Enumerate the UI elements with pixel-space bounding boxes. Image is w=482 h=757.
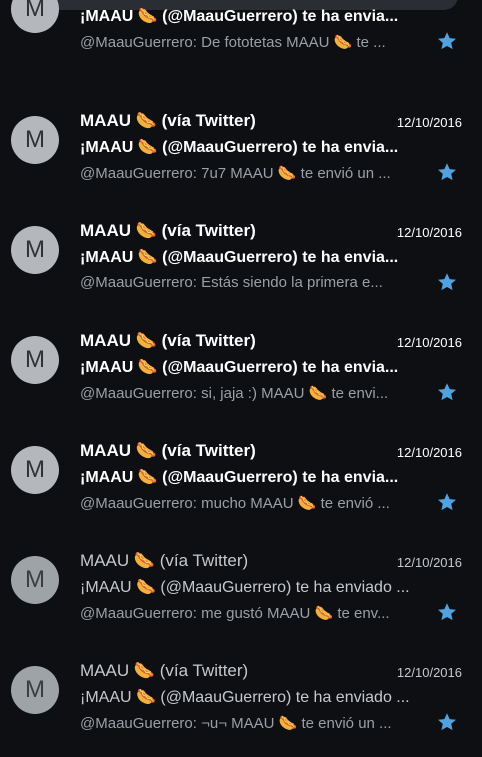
star-icon[interactable] (436, 711, 458, 733)
email-date: 12/10/2016 (396, 335, 462, 350)
email-sender: MAAU 🌭 (vía Twitter) (80, 661, 249, 680)
star-icon[interactable] (436, 271, 458, 293)
email-subject: ¡MAAU 🌭 (@MaauGuerrero) te ha envia... (80, 8, 399, 25)
star-icon[interactable] (436, 161, 458, 183)
email-snippet: @MaauGuerrero: ¬u¬ MAAU 🌭 te envió un ..… (80, 715, 392, 732)
email-row[interactable]: M MAAU 🌭 (vía Twitter) 12/10/2016 ¡MAAU … (0, 217, 482, 317)
email-snippet: @MaauGuerrero: mucho MAAU 🌭 te envió ... (80, 495, 390, 512)
email-date: 12/10/2016 (396, 665, 462, 680)
avatar[interactable]: M (11, 0, 59, 33)
email-row[interactable]: M MAAU 🌭 (vía Twitter) 12/10/2016 ¡MAAU … (0, 437, 482, 537)
star-icon[interactable] (436, 491, 458, 513)
email-subject: ¡MAAU 🌭 (@MaauGuerrero) te ha envia... (80, 139, 399, 156)
email-snippet: @MaauGuerrero: Estás siendo la primera e… (80, 274, 383, 291)
email-subject: ¡MAAU 🌭 (@MaauGuerrero) te ha envia... (80, 359, 399, 376)
email-date: 12/10/2016 (396, 225, 462, 240)
email-snippet: @MaauGuerrero: De fototetas MAAU 🌭 te ..… (80, 34, 386, 51)
avatar[interactable]: M (11, 446, 59, 494)
avatar[interactable]: M (11, 116, 59, 164)
avatar[interactable]: M (11, 226, 59, 274)
email-date: 12/10/2016 (396, 115, 462, 130)
star-icon[interactable] (436, 381, 458, 403)
avatar[interactable]: M (11, 556, 59, 604)
email-date: 12/10/2016 (396, 445, 462, 460)
email-sender: MAAU 🌭 (vía Twitter) (80, 441, 256, 460)
email-list: M ¡MAAU 🌭 (@MaauGuerrero) te ha envia...… (0, 0, 482, 755)
email-subject: ¡MAAU 🌭 (@MaauGuerrero) te ha envia... (80, 249, 399, 266)
email-sender: MAAU 🌭 (vía Twitter) (80, 551, 249, 570)
email-date: 12/10/2016 (396, 555, 462, 570)
email-sender: MAAU 🌭 (vía Twitter) (80, 111, 256, 130)
email-sender: MAAU 🌭 (vía Twitter) (80, 331, 256, 350)
email-snippet: @MaauGuerrero: si, jaja :) MAAU 🌭 te env… (80, 385, 389, 402)
email-sender: MAAU 🌭 (vía Twitter) (80, 221, 256, 240)
avatar[interactable]: M (11, 336, 59, 384)
avatar[interactable]: M (11, 666, 59, 714)
email-row[interactable]: M MAAU 🌭 (vía Twitter) 12/10/2016 ¡MAAU … (0, 327, 482, 427)
email-subject: ¡MAAU 🌭 (@MaauGuerrero) te ha enviado ..… (80, 579, 410, 596)
email-subject: ¡MAAU 🌭 (@MaauGuerrero) te ha enviado ..… (80, 689, 410, 706)
star-icon[interactable] (436, 601, 458, 623)
email-snippet: @MaauGuerrero: 7u7 MAAU 🌭 te envió un ..… (80, 165, 391, 182)
email-row[interactable]: M MAAU 🌭 (vía Twitter) 12/10/2016 ¡MAAU … (0, 547, 482, 647)
email-subject: ¡MAAU 🌭 (@MaauGuerrero) te ha envia... (80, 469, 399, 486)
email-row[interactable]: M ¡MAAU 🌭 (@MaauGuerrero) te ha envia...… (0, 0, 482, 76)
email-snippet: @MaauGuerrero: me gustó MAAU 🌭 te env... (80, 605, 390, 622)
star-icon[interactable] (436, 30, 458, 52)
email-row[interactable]: M MAAU 🌭 (vía Twitter) 12/10/2016 ¡MAAU … (0, 657, 482, 757)
email-row[interactable]: M MAAU 🌭 (vía Twitter) 12/10/2016 ¡MAAU … (0, 107, 482, 207)
